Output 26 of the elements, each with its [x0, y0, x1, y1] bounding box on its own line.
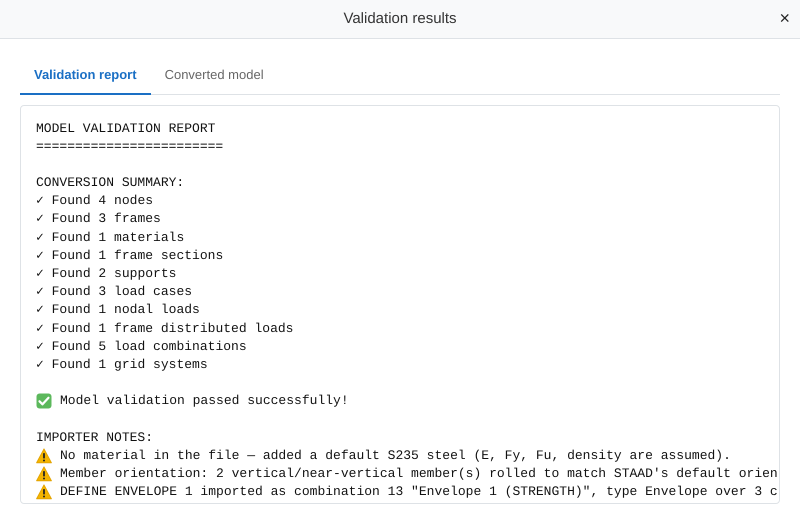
report-line: ========================	[36, 138, 224, 156]
report-line: ✓ Found 3 load cases	[36, 283, 192, 302]
report-line: No material in the file — added a default S235 steel (E, Fy, Fu, density are assumed).	[60, 446, 731, 465]
close-button[interactable]: ×	[777, 9, 792, 27]
report-line: ✓ Found 1 frame distributed loads	[36, 320, 294, 338]
check-mark-icon	[36, 393, 52, 410]
warning-icon	[36, 448, 52, 464]
report-line: ✓ Found 1 nodal loads	[36, 301, 200, 320]
warning-icon	[36, 466, 52, 482]
modal-title: Validation results	[343, 8, 457, 29]
report-line: ✓ Found 4 nodes	[36, 192, 154, 210]
report-line: ✓ Found 3 frames	[36, 210, 161, 228]
tab[interactable]: Converted model	[150, 59, 278, 94]
warning-icon	[36, 484, 52, 500]
report-line: ✓ Found 1 frame sections	[36, 246, 224, 265]
report-line: Member orientation: 2 vertical/near-vertical member(s) rolled to match STAAD's default orien	[60, 465, 778, 484]
report-line: ✓ Found 2 supports	[36, 265, 176, 283]
tab[interactable]: Validation report	[20, 59, 151, 94]
report-line: ✓ Found 5 load combinations	[36, 338, 247, 356]
report-line: MODEL VALIDATION REPORT	[36, 120, 216, 138]
report-line: ✓ Found 1 materials	[36, 228, 184, 247]
report-line: IMPORTER NOTES:	[36, 428, 154, 447]
report-line: Model validation passed successfully!	[60, 392, 349, 410]
report-line: ✓ Found 1 grid systems	[36, 356, 208, 374]
report-line: DEFINE ENVELOPE 1 imported as combination 13 "Envelope 1 (STRENGTH)", type Envelope over 3 c	[60, 483, 778, 502]
report-line: CONVERSION SUMMARY:	[36, 174, 184, 192]
